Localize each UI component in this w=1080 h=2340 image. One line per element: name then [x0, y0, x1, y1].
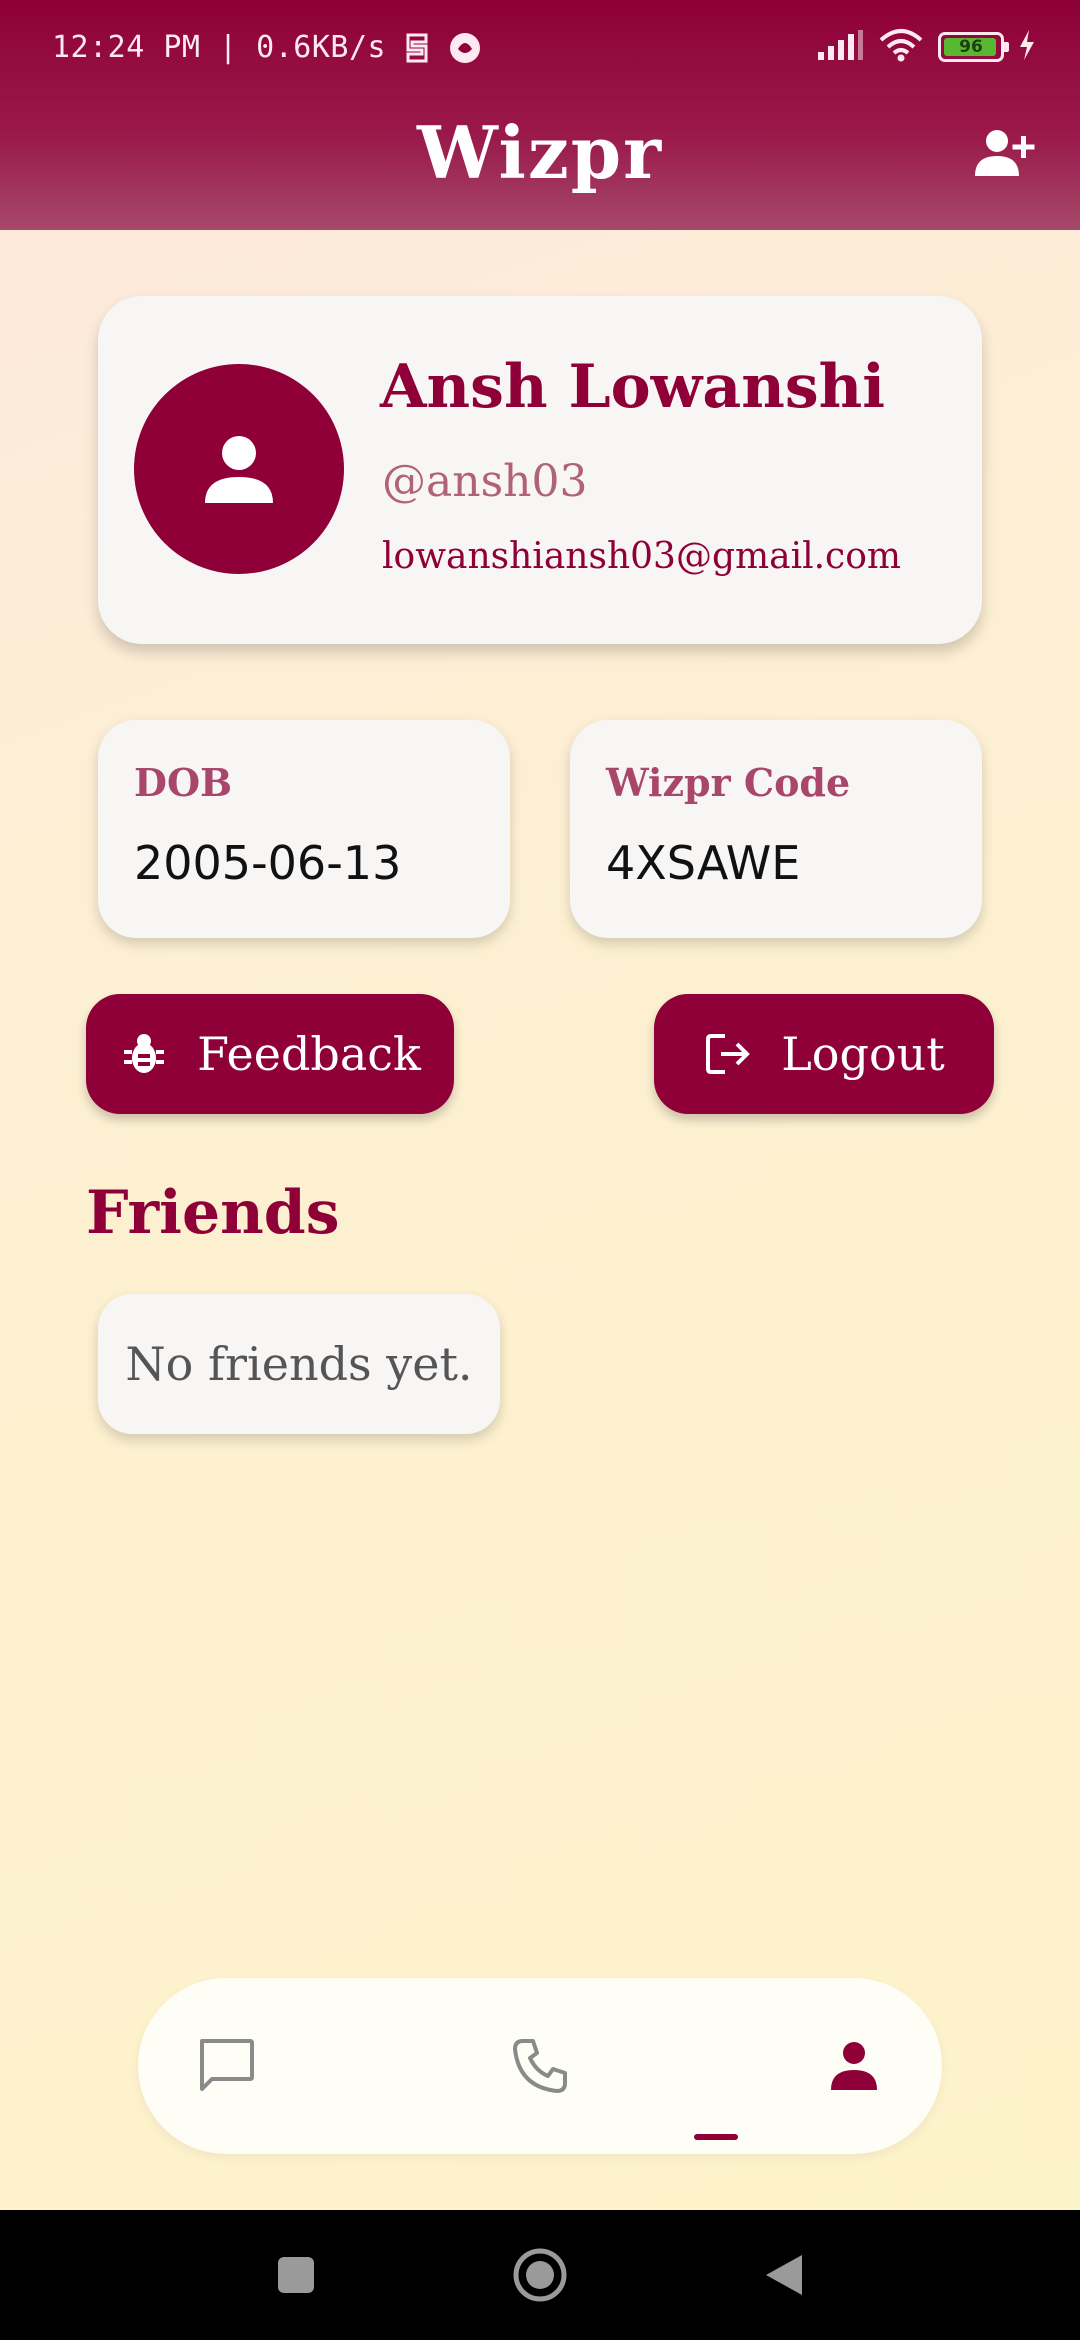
home-button[interactable] [480, 2210, 600, 2340]
logout-label: Logout [781, 1027, 945, 1081]
wizpr-code-card: Wizpr Code 4XSAWE [570, 720, 982, 938]
status-time-speed: 12:24 PM | 0.6KB/s [52, 30, 387, 65]
nav-active-indicator [694, 2134, 738, 2140]
recents-icon [278, 2257, 314, 2293]
bottom-nav [138, 1978, 942, 2154]
wizpr-code-value: 4XSAWE [606, 836, 801, 890]
signal-icon [816, 30, 864, 64]
friends-heading: Friends [86, 1178, 340, 1248]
phone-icon [513, 2039, 567, 2093]
feedback-label: Feedback [197, 1027, 421, 1081]
status-right: 96 [816, 28, 1036, 66]
feedback-button[interactable]: Feedback [86, 994, 454, 1114]
recents-button[interactable] [236, 2210, 356, 2340]
profile-card: Ansh Lowanshi @ansh03 lowanshiansh03@gma… [98, 296, 982, 644]
bug-icon [119, 1029, 169, 1079]
add-friend-button[interactable] [970, 122, 1040, 184]
friends-empty-state: No friends yet. [98, 1294, 500, 1434]
nav-profile[interactable] [784, 1978, 924, 2154]
person-add-icon [975, 130, 1035, 176]
back-icon [766, 2255, 802, 2295]
wifi-icon [878, 28, 924, 66]
person-icon [831, 2042, 877, 2090]
back-button[interactable] [724, 2210, 844, 2340]
charging-icon [1018, 30, 1036, 64]
system-nav-bar [0, 2210, 1080, 2340]
status-left: 12:24 PM | 0.6KB/s [52, 30, 482, 65]
notification-app-icon [448, 31, 482, 65]
logout-button[interactable]: Logout [654, 994, 994, 1114]
profile-name: Ansh Lowanshi [380, 352, 886, 422]
profile-email: lowanshiansh03@gmail.com [382, 536, 902, 577]
app-title: Wizpr [416, 110, 664, 195]
profile-handle: @ansh03 [382, 456, 588, 507]
person-icon [205, 436, 273, 503]
avatar [134, 364, 344, 574]
notification-sim-icon [400, 31, 434, 65]
top-app-bar: 12:24 PM | 0.6KB/s 96 Wizpr [0, 0, 1080, 230]
dob-value: 2005-06-13 [134, 836, 402, 890]
logout-icon [703, 1029, 753, 1079]
status-bar: 12:24 PM | 0.6KB/s 96 [0, 0, 1080, 96]
battery-percent: 96 [959, 37, 983, 57]
chat-icon [200, 2039, 254, 2091]
home-icon [513, 2248, 567, 2302]
wizpr-code-label: Wizpr Code [606, 760, 851, 805]
nav-chats[interactable] [156, 1978, 296, 2154]
dob-card: DOB 2005-06-13 [98, 720, 510, 938]
nav-calls[interactable] [470, 1978, 610, 2154]
dob-label: DOB [134, 760, 233, 805]
friends-empty-text: No friends yet. [125, 1337, 473, 1391]
battery-icon: 96 [938, 32, 1009, 62]
